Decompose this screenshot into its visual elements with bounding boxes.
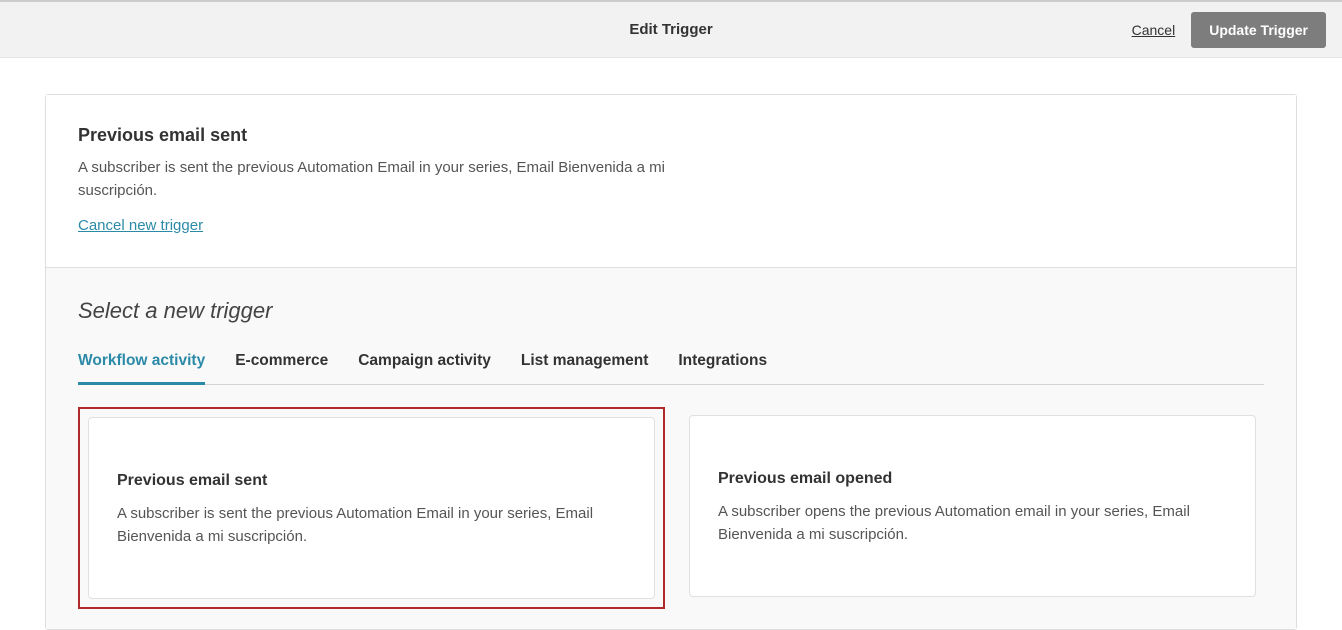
current-trigger-description: A subscriber is sent the previous Automa… bbox=[78, 156, 698, 203]
cancel-link[interactable]: Cancel bbox=[1132, 22, 1176, 38]
topbar: Edit Trigger Cancel Update Trigger bbox=[0, 0, 1342, 58]
section-title: Select a new trigger bbox=[78, 298, 1264, 324]
tab-integrations[interactable]: Integrations bbox=[678, 352, 767, 385]
card-previous-email-opened[interactable]: Previous email opened A subscriber opens… bbox=[689, 415, 1256, 597]
update-trigger-button[interactable]: Update Trigger bbox=[1191, 12, 1326, 48]
trigger-panel: Previous email sent A subscriber is sent… bbox=[45, 94, 1297, 630]
tab-list-management[interactable]: List management bbox=[521, 352, 648, 385]
topbar-actions: Cancel Update Trigger bbox=[1132, 12, 1326, 48]
tab-campaign-activity[interactable]: Campaign activity bbox=[358, 352, 491, 385]
current-trigger-section: Previous email sent A subscriber is sent… bbox=[46, 95, 1296, 267]
card-title: Previous email sent bbox=[117, 472, 626, 490]
select-trigger-section: Select a new trigger Workflow activity E… bbox=[46, 267, 1296, 629]
card-description: A subscriber opens the previous Automati… bbox=[718, 500, 1227, 547]
page-title: Edit Trigger bbox=[629, 21, 712, 38]
tab-workflow-activity[interactable]: Workflow activity bbox=[78, 352, 205, 385]
content: Previous email sent A subscriber is sent… bbox=[0, 58, 1342, 630]
current-trigger-title: Previous email sent bbox=[78, 125, 1264, 146]
card-title: Previous email opened bbox=[718, 470, 1227, 488]
card-wrap-previous-sent: Previous email sent A subscriber is sent… bbox=[78, 407, 665, 609]
trigger-cards: Previous email sent A subscriber is sent… bbox=[78, 407, 1264, 609]
trigger-type-tabs: Workflow activity E-commerce Campaign ac… bbox=[78, 352, 1264, 385]
card-description: A subscriber is sent the previous Automa… bbox=[117, 502, 626, 549]
tab-e-commerce[interactable]: E-commerce bbox=[235, 352, 328, 385]
card-previous-email-sent[interactable]: Previous email sent A subscriber is sent… bbox=[88, 417, 655, 599]
card-wrap-previous-opened: Previous email opened A subscriber opens… bbox=[681, 407, 1264, 609]
cancel-new-trigger-link[interactable]: Cancel new trigger bbox=[78, 217, 203, 234]
